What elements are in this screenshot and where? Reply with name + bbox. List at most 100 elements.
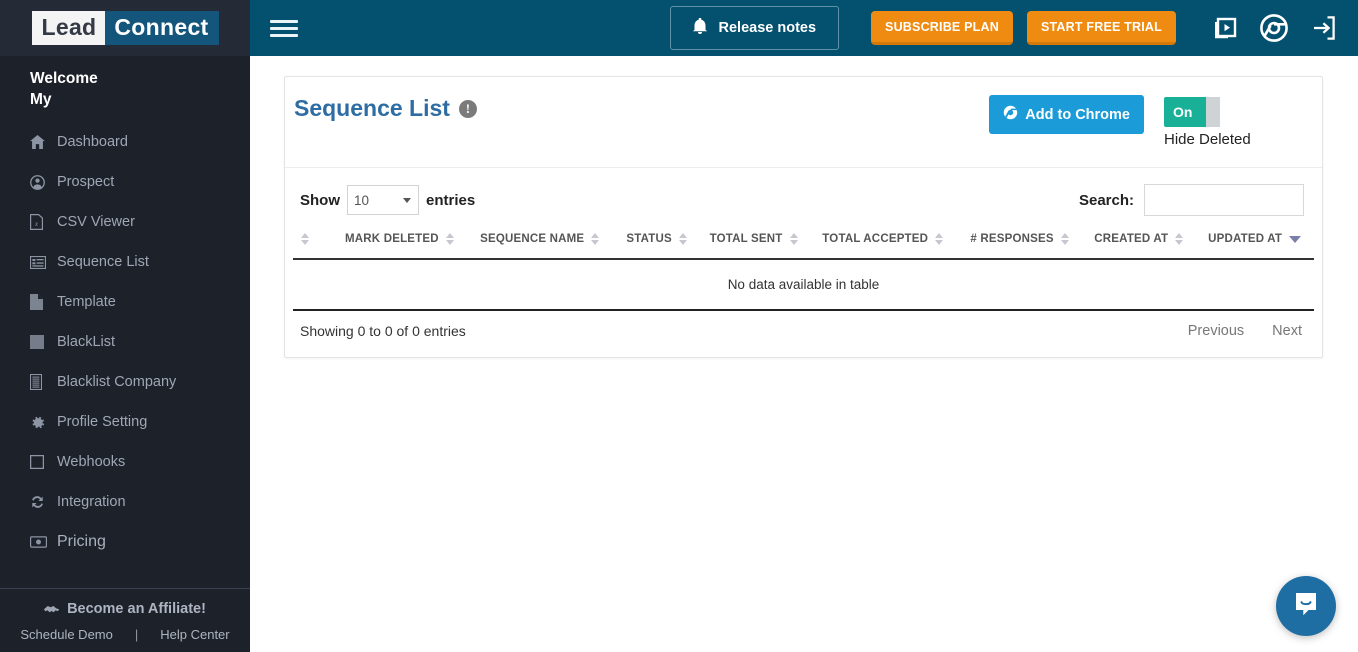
sidebar-item-csv-viewer[interactable]: x CSV Viewer xyxy=(0,202,250,242)
sidebar-item-label: Profile Setting xyxy=(57,414,148,430)
page-length-select[interactable]: 10 xyxy=(347,185,419,215)
column-header-status[interactable]: STATUS xyxy=(618,226,702,260)
column-header-sequence-name[interactable]: SEQUENCE NAME xyxy=(472,226,619,260)
sidebar-item-dashboard[interactable]: Dashboard xyxy=(0,122,250,162)
list-icon xyxy=(30,255,52,269)
table-row: No data available in table xyxy=(293,259,1314,311)
column-header-blank[interactable] xyxy=(293,226,337,260)
subscribe-plan-button[interactable]: SUBSCRIBE PLAN xyxy=(871,11,1013,45)
sidebar-item-blacklist-company[interactable]: Blacklist Company xyxy=(0,362,250,402)
column-label: TOTAL SENT xyxy=(709,233,783,245)
sidebar-footer-links: Schedule Demo | Help Center xyxy=(0,627,250,642)
sequence-table: MARK DELETED SEQUENCE NAME STATUS TOTAL … xyxy=(293,226,1314,311)
sidebar-item-label: Template xyxy=(57,294,116,310)
sidebar-item-sequence-list[interactable]: Sequence List xyxy=(0,242,250,282)
footer-divider: | xyxy=(134,627,139,642)
file-csv-icon: x xyxy=(30,214,52,230)
app-root: Lead Connect Welcome My Dashboard Prospec… xyxy=(0,0,1358,652)
show-entries-control: Show 10 entries xyxy=(300,185,475,215)
column-header-updated-at[interactable]: UPDATED AT xyxy=(1200,226,1314,260)
sort-icon-active-desc xyxy=(1289,232,1302,246)
welcome-block: Welcome My xyxy=(0,56,250,116)
page-title: Sequence List ! xyxy=(294,95,477,122)
sequence-list-card: Sequence List ! Add to Chrome On Hide De… xyxy=(284,76,1323,358)
app-logo[interactable]: Lead Connect xyxy=(31,11,219,45)
document-icon xyxy=(30,294,52,310)
topbar: Release notes SUBSCRIBE PLAN START FREE … xyxy=(250,0,1358,56)
start-free-trial-button[interactable]: START FREE TRIAL xyxy=(1026,11,1176,45)
menu-toggle-icon[interactable] xyxy=(270,16,298,40)
sidebar-item-label: Integration xyxy=(57,494,126,510)
column-header-total-accepted[interactable]: TOTAL ACCEPTED xyxy=(814,226,963,260)
show-prefix-label: Show xyxy=(300,191,340,209)
home-icon xyxy=(30,135,52,149)
column-label: # RESPONSES xyxy=(970,233,1054,245)
sidebar-item-pricing[interactable]: Pricing xyxy=(0,522,250,562)
bell-icon xyxy=(692,17,707,38)
main-area: Release notes SUBSCRIBE PLAN START FREE … xyxy=(250,0,1358,652)
logo-text-lead: Lead xyxy=(31,11,106,45)
showing-entries-info: Showing 0 to 0 of 0 entries xyxy=(300,323,466,339)
column-label: STATUS xyxy=(626,233,672,245)
help-center-link[interactable]: Help Center xyxy=(160,627,229,642)
sidebar-item-label: Pricing xyxy=(57,533,106,550)
chevron-down-icon xyxy=(403,198,411,203)
empty-message: No data available in table xyxy=(293,259,1314,311)
money-icon xyxy=(30,536,52,548)
sort-icon xyxy=(789,232,799,246)
column-header-responses[interactable]: # RESPONSES xyxy=(962,226,1087,260)
chat-launcher-button[interactable] xyxy=(1276,576,1336,636)
sort-icon xyxy=(935,232,944,246)
column-header-mark-deleted[interactable]: MARK DELETED xyxy=(337,226,473,260)
column-header-created-at[interactable]: CREATED AT xyxy=(1086,226,1201,260)
sign-out-icon[interactable] xyxy=(1310,15,1336,41)
page-title-text: Sequence List xyxy=(294,95,450,121)
welcome-line-2: My xyxy=(30,91,52,108)
column-label: TOTAL ACCEPTED xyxy=(822,233,929,245)
column-label: SEQUENCE NAME xyxy=(480,233,585,245)
add-to-chrome-button[interactable]: Add to Chrome xyxy=(989,95,1144,134)
chat-bubble-icon xyxy=(1291,589,1321,624)
add-to-chrome-label: Add to Chrome xyxy=(1025,106,1130,123)
sidebar-item-prospect[interactable]: Prospect xyxy=(0,162,250,202)
sort-icon xyxy=(1175,232,1184,246)
next-page-button[interactable]: Next xyxy=(1272,323,1302,339)
gear-icon xyxy=(30,415,52,430)
pagination: Previous Next xyxy=(1188,323,1302,339)
sync-icon xyxy=(30,495,52,509)
logo-text-connect: Connect xyxy=(105,11,219,45)
column-label: MARK DELETED xyxy=(345,233,439,245)
chrome-icon[interactable] xyxy=(1260,14,1288,42)
hide-deleted-toggle[interactable]: On xyxy=(1164,97,1220,127)
previous-page-button[interactable]: Previous xyxy=(1188,323,1244,339)
sidebar-item-blacklist[interactable]: BlackList xyxy=(0,322,250,362)
svg-text:x: x xyxy=(34,220,39,228)
content-area: Sequence List ! Add to Chrome On Hide De… xyxy=(250,56,1358,358)
column-label: UPDATED AT xyxy=(1208,233,1283,245)
hide-deleted-label: Hide Deleted xyxy=(1164,131,1251,148)
schedule-demo-link[interactable]: Schedule Demo xyxy=(20,627,113,642)
sidebar-item-profile-setting[interactable]: Profile Setting xyxy=(0,402,250,442)
sidebar-item-label: CSV Viewer xyxy=(57,214,135,230)
sidebar-item-webhooks[interactable]: Webhooks xyxy=(0,442,250,482)
video-library-icon[interactable] xyxy=(1212,16,1238,40)
toggle-knob xyxy=(1206,97,1220,127)
sidebar-footer: Become an Affiliate! Schedule Demo | Hel… xyxy=(0,588,250,652)
table-footer: Showing 0 to 0 of 0 entries Previous Nex… xyxy=(293,311,1314,349)
card-header-actions: Add to Chrome On Hide Deleted xyxy=(989,95,1304,153)
sidebar-item-template[interactable]: Template xyxy=(0,282,250,322)
sidebar: Lead Connect Welcome My Dashboard Prospec… xyxy=(0,0,250,652)
sidebar-item-label: Dashboard xyxy=(57,134,128,150)
sort-icon xyxy=(445,232,455,246)
user-circle-icon xyxy=(30,174,52,190)
column-label: CREATED AT xyxy=(1094,233,1169,245)
sort-icon xyxy=(678,232,688,246)
sidebar-item-integration[interactable]: Integration xyxy=(0,482,250,522)
info-icon[interactable]: ! xyxy=(458,99,477,118)
release-notes-button[interactable]: Release notes xyxy=(669,6,840,50)
table-body: No data available in table xyxy=(293,259,1314,311)
column-header-total-sent[interactable]: TOTAL SENT xyxy=(701,226,815,260)
search-input[interactable] xyxy=(1144,184,1304,216)
sidebar-item-label: Sequence List xyxy=(57,254,149,270)
become-affiliate-link[interactable]: Become an Affiliate! xyxy=(0,601,250,617)
